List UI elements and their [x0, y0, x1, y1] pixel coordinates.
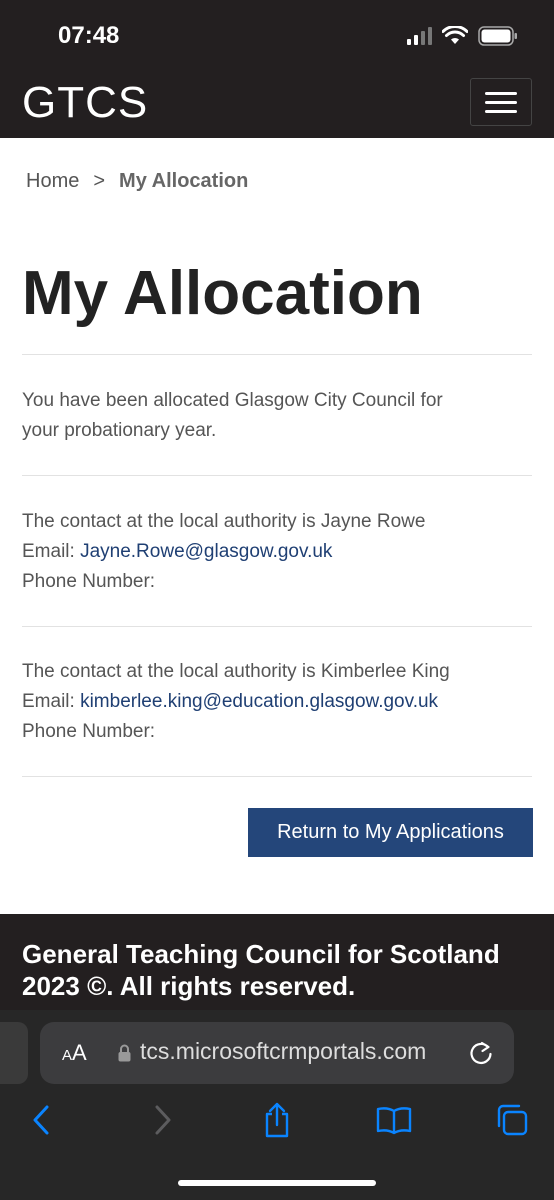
previous-tab-preview[interactable] [0, 1022, 28, 1084]
footer-copyright: General Teaching Council for Scotland 20… [22, 939, 500, 1001]
divider [22, 354, 532, 355]
breadcrumb: Home > My Allocation [26, 170, 248, 193]
breadcrumb-home-link[interactable]: Home [26, 170, 79, 193]
contact-intro: The contact at the local authority is Ja… [22, 511, 426, 532]
url-text: tcs.microsoftcrmportals.com [140, 1038, 427, 1064]
wifi-icon [442, 26, 468, 44]
contact-email-row: Email: kimberlee.king@education.glasgow.… [22, 687, 532, 717]
allocation-line-2: your probationary year. [22, 420, 217, 441]
divider [22, 475, 532, 476]
hamburger-icon [485, 91, 517, 95]
contact-block: The contact at the local authority is Ja… [22, 507, 532, 597]
status-time: 07:48 [58, 22, 120, 49]
site-header: GTCS [0, 68, 554, 138]
divider [22, 776, 532, 777]
contact-block: The contact at the local authority is Ki… [22, 657, 532, 747]
book-icon [376, 1107, 412, 1135]
share-icon [265, 1102, 289, 1138]
bookmarks-button[interactable] [372, 1098, 416, 1142]
cellular-signal-icon [407, 27, 432, 45]
allocation-message: You have been allocated Glasgow City Cou… [22, 386, 532, 446]
contact-intro: The contact at the local authority is Ki… [22, 661, 450, 682]
forward-button[interactable] [140, 1098, 184, 1142]
return-to-applications-button[interactable]: Return to My Applications [248, 808, 533, 857]
email-link[interactable]: kimberlee.king@education.glasgow.gov.uk [80, 691, 438, 712]
phone-label: Phone Number: [22, 721, 156, 742]
brand-logo[interactable]: GTCS [22, 78, 148, 128]
lock-icon [118, 1044, 131, 1062]
email-label: Email: [22, 541, 75, 562]
status-bar: 07:48 [0, 0, 554, 68]
tabs-button[interactable] [490, 1098, 534, 1142]
hamburger-menu-button[interactable] [470, 78, 532, 126]
site-footer: General Teaching Council for Scotland 20… [0, 914, 554, 1014]
contact-email-row: Email: Jayne.Rowe@glasgow.gov.uk [22, 537, 532, 567]
email-label: Email: [22, 691, 75, 712]
divider [22, 626, 532, 627]
tabs-icon [497, 1104, 528, 1136]
allocation-line-1: You have been allocated Glasgow City Cou… [22, 390, 443, 411]
back-button[interactable] [20, 1098, 64, 1142]
email-link[interactable]: Jayne.Rowe@glasgow.gov.uk [80, 541, 332, 562]
breadcrumb-current: My Allocation [119, 170, 249, 192]
status-icons [407, 26, 518, 46]
breadcrumb-separator: > [93, 170, 106, 192]
chevron-left-icon [33, 1105, 49, 1135]
battery-icon [478, 26, 517, 46]
page-title: My Allocation [22, 259, 423, 328]
browser-bar: AA tcs.microsoftcrmportals.com [0, 1010, 554, 1200]
chevron-right-icon [155, 1105, 171, 1135]
reload-icon[interactable] [466, 1038, 496, 1068]
home-indicator [178, 1180, 376, 1186]
reader-options-button[interactable]: AA [62, 1040, 87, 1066]
browser-toolbar [0, 1098, 554, 1148]
address-bar[interactable]: AA tcs.microsoftcrmportals.com [40, 1022, 514, 1084]
share-button[interactable] [255, 1098, 299, 1142]
phone-label: Phone Number: [22, 571, 156, 592]
